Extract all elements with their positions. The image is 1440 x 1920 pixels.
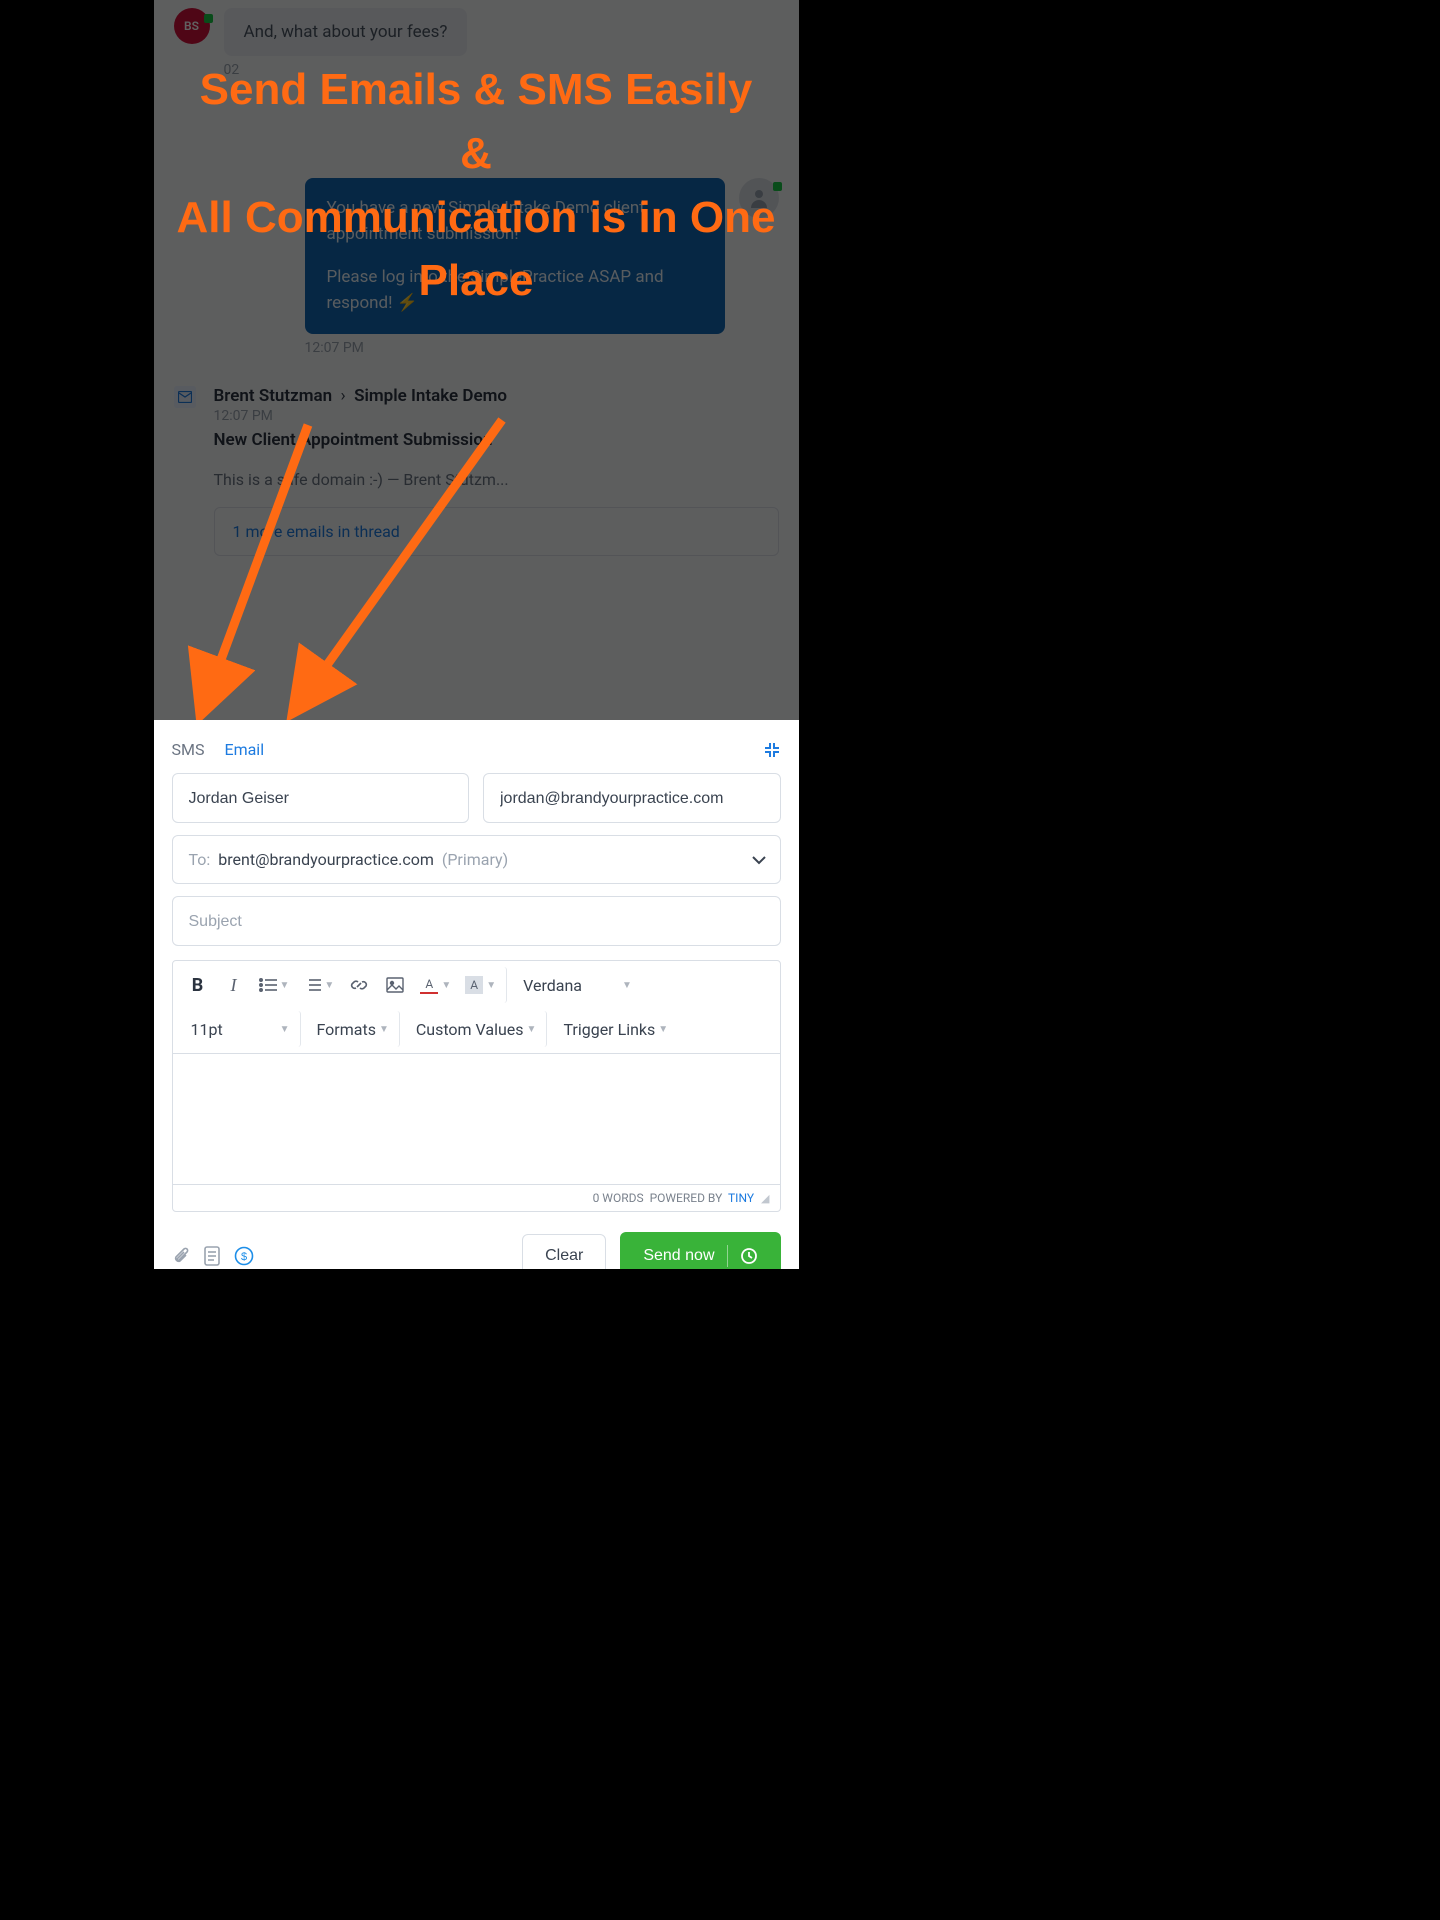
avatar-initials: BS — [184, 19, 199, 33]
from-email-input[interactable] — [500, 790, 764, 808]
highlight-color-button[interactable]: A▼ — [459, 967, 507, 1003]
tab-email[interactable]: Email — [224, 740, 264, 759]
from-row — [172, 773, 781, 823]
email-thread-card[interactable]: Brent Stutzman › Simple Intake Demo 12:0… — [174, 386, 779, 556]
annotation-arrows — [154, 0, 799, 720]
to-primary-tag: (Primary) — [442, 850, 508, 869]
message-bubble-outbound: You have a new Simple Intake Demo client… — [305, 178, 725, 334]
font-family-select[interactable]: Verdana▼ — [513, 967, 642, 1003]
custom-values-select[interactable]: Custom Values▼ — [406, 1011, 548, 1047]
app-frame: BS And, what about your fees? 02 You hav… — [154, 0, 799, 1269]
text-color-button[interactable]: A▼ — [414, 967, 457, 1003]
email-composer: SMS Email To: brent@brandyourpractice.co… — [154, 720, 799, 1269]
word-count: 0 WORDS — [593, 1191, 644, 1205]
message-timestamp: 02 — [224, 62, 468, 78]
editor-body[interactable] — [173, 1054, 780, 1184]
avatar: BS — [174, 8, 210, 44]
rich-text-editor: B I ▼ ▼ A▼ — [172, 960, 781, 1212]
editor-toolbar: B I ▼ ▼ A▼ — [173, 961, 780, 1054]
subject-field[interactable] — [172, 896, 781, 946]
attachment-icon[interactable] — [172, 1246, 190, 1266]
composer-tabs: SMS Email — [172, 734, 781, 773]
message-row-inbound: BS And, what about your fees? 02 — [174, 0, 779, 78]
message-bubble-inbound: And, what about your fees? — [224, 8, 468, 56]
tab-sms[interactable]: SMS — [172, 740, 205, 759]
image-button[interactable] — [378, 967, 412, 1003]
email-from: Brent Stutzman — [214, 386, 333, 406]
send-divider — [727, 1245, 728, 1267]
schedule-icon[interactable] — [740, 1247, 758, 1265]
email-subject: New Client Appointment Submission — [214, 430, 779, 450]
tiny-link[interactable]: TINY — [728, 1191, 754, 1205]
conversation-pane: BS And, what about your fees? 02 You hav… — [154, 0, 799, 720]
send-button[interactable]: Send now — [620, 1232, 780, 1269]
composer-actions: $ Clear Send now — [172, 1232, 781, 1269]
trigger-links-select[interactable]: Trigger Links▼ — [553, 1011, 678, 1047]
person-icon — [747, 186, 771, 210]
formats-select[interactable]: Formats▼ — [307, 1011, 400, 1047]
resize-handle-icon[interactable]: ◢ — [761, 1192, 769, 1205]
italic-button[interactable]: I — [217, 967, 251, 1003]
svg-text:$: $ — [240, 1251, 246, 1263]
mail-icon — [174, 386, 196, 408]
collapse-icon[interactable] — [763, 741, 781, 759]
to-field[interactable]: To: brent@brandyourpractice.com (Primary… — [172, 835, 781, 884]
thread-expand-label: 1 more emails in thread — [233, 522, 400, 541]
font-size-select[interactable]: 11pt▼ — [181, 1011, 301, 1047]
message-timestamp: 12:07 PM — [305, 340, 364, 356]
from-name-field[interactable] — [172, 773, 470, 823]
clear-button[interactable]: Clear — [522, 1234, 606, 1269]
message-text: Please log into the SimplePractice ASAP … — [327, 265, 703, 316]
chevron-down-icon[interactable] — [752, 855, 766, 865]
template-icon[interactable] — [204, 1246, 220, 1266]
email-to: Simple Intake Demo — [354, 386, 507, 406]
bold-button[interactable]: B — [181, 967, 215, 1003]
message-text: And, what about your fees? — [244, 22, 448, 42]
from-name-input[interactable] — [189, 790, 453, 808]
subject-input[interactable] — [189, 913, 764, 931]
bullet-list-button[interactable]: ▼ — [253, 967, 296, 1003]
from-email-field[interactable] — [483, 773, 781, 823]
to-value: brent@brandyourpractice.com — [218, 850, 434, 869]
numbered-list-button[interactable]: ▼ — [297, 967, 340, 1003]
payment-icon[interactable]: $ — [234, 1246, 254, 1266]
presence-indicator-icon — [204, 14, 213, 23]
dim-overlay — [154, 0, 799, 720]
presence-indicator-icon — [773, 182, 782, 191]
email-snippet: This is a safe domain :-) — Brent Stutzm… — [214, 470, 779, 489]
thread-expand-button[interactable]: 1 more emails in thread — [214, 507, 779, 556]
email-card-header: Brent Stutzman › Simple Intake Demo — [214, 386, 779, 406]
editor-footer: 0 WORDS POWERED BY TINY ◢ — [173, 1184, 780, 1211]
message-row-outbound: You have a new Simple Intake Demo client… — [174, 178, 779, 356]
email-timestamp: 12:07 PM — [214, 408, 779, 424]
to-label: To: — [189, 850, 211, 869]
message-text: You have a new Simple Intake Demo client… — [327, 196, 703, 247]
avatar — [739, 178, 779, 218]
link-button[interactable] — [342, 967, 376, 1003]
